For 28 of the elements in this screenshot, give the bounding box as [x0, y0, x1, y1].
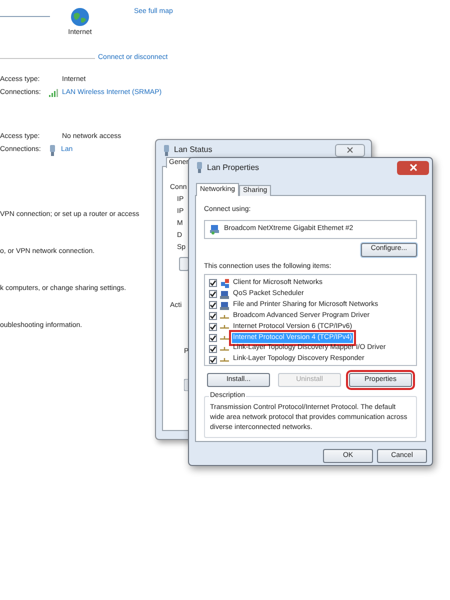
window-title: Lan Properties [207, 162, 260, 174]
checkbox[interactable] [209, 279, 217, 288]
window-title: Lan Status [174, 144, 212, 156]
close-button[interactable] [335, 144, 365, 156]
globe-icon [71, 8, 89, 26]
computer-icon [220, 300, 229, 310]
computer-icon [220, 290, 229, 299]
checkbox[interactable] [209, 301, 217, 310]
checkbox[interactable] [209, 322, 217, 331]
network-clients-icon [220, 278, 229, 288]
connector-icon [220, 322, 229, 332]
plug-icon [48, 144, 57, 156]
checkbox[interactable] [209, 334, 217, 342]
connector-icon [220, 333, 229, 342]
plug-icon [195, 162, 204, 173]
close-icon [410, 164, 416, 171]
checkbox[interactable] [209, 344, 217, 353]
checkbox[interactable] [209, 312, 217, 320]
plug-icon [162, 144, 171, 156]
connector-icon [220, 355, 229, 364]
close-button[interactable] [397, 160, 429, 174]
signal-bars-icon [48, 88, 59, 97]
connector-icon [220, 344, 229, 354]
network-adapter-icon [209, 224, 220, 234]
button-edge[interactable] [179, 257, 189, 271]
checkbox[interactable] [209, 356, 217, 364]
checkbox[interactable] [209, 290, 217, 298]
close-icon [347, 147, 353, 153]
